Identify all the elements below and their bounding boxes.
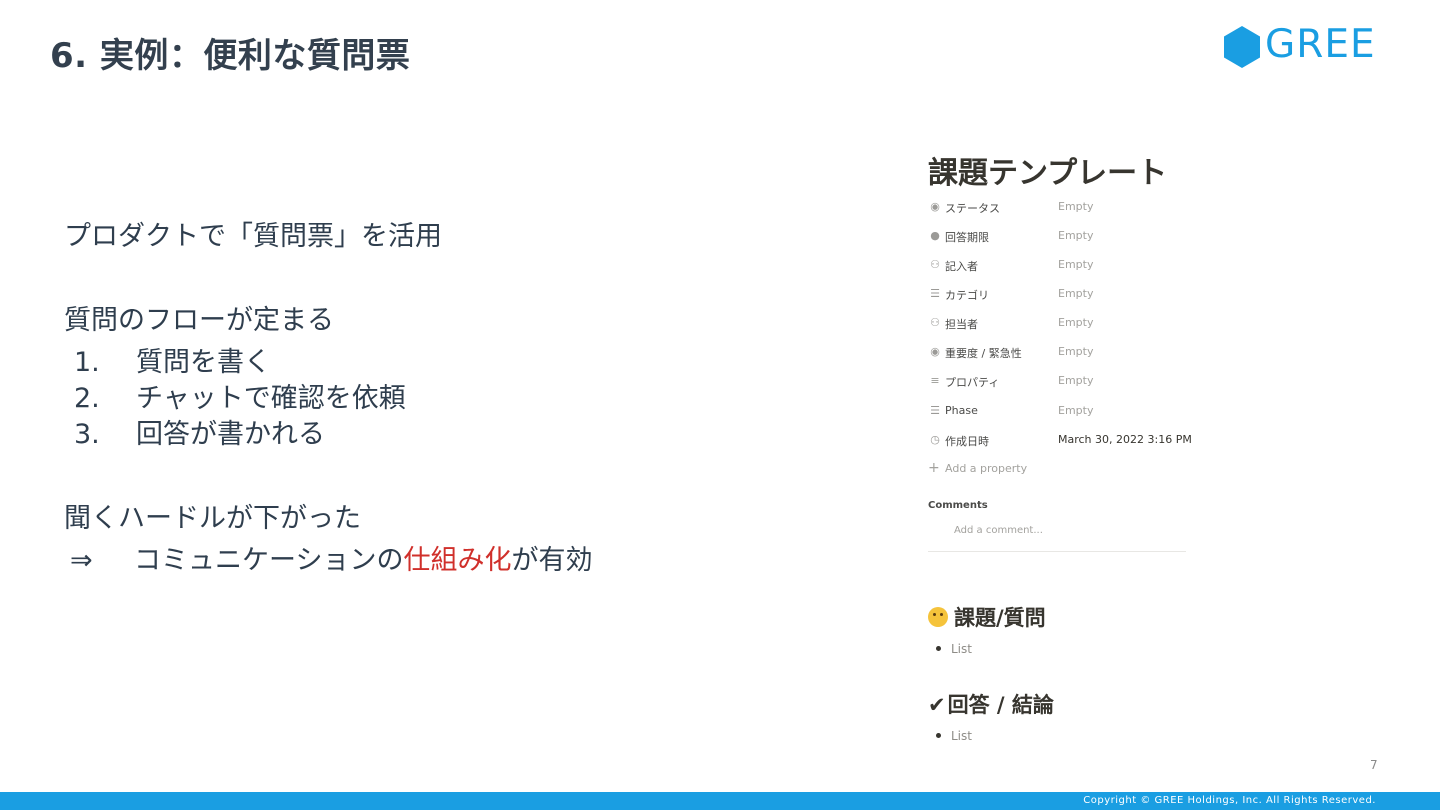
property-row[interactable]: ◉ 重要度 / 緊急性 Empty [928, 343, 1198, 363]
property-value[interactable]: Empty [1058, 258, 1093, 271]
comment-input[interactable]: Add a comment... [954, 525, 1043, 536]
slide-title: 6. 実例：便利な質問票 [50, 36, 411, 76]
property-name: 回答期限 [945, 231, 989, 244]
conclusion-after: が有効 [511, 545, 593, 576]
clock-outline-icon: ◷ [930, 433, 940, 446]
property-row[interactable]: ⚇ 担当者 Empty [928, 314, 1198, 334]
property-row[interactable]: ◷ 作成日時 March 30, 2022 3:16 PM [928, 431, 1198, 451]
bullet-text: List [951, 642, 972, 656]
property-name: 記入者 [945, 260, 978, 273]
plus-icon: + [928, 460, 940, 476]
status-icon: ◉ [930, 200, 940, 213]
property-value[interactable]: Empty [1058, 316, 1093, 329]
status-icon: ◉ [930, 345, 940, 358]
conclusion-line: ⇒ コミュニケーションの仕組み化が有効 [70, 538, 592, 577]
clock-icon: ● [930, 229, 940, 242]
list-item[interactable]: List [936, 729, 972, 743]
arrow-icon: ⇒ [70, 545, 93, 576]
add-property-button[interactable]: + Add a property [928, 460, 1027, 476]
comments-label: Comments [928, 500, 988, 511]
property-value[interactable]: Empty [1058, 229, 1093, 242]
list-item[interactable]: List [936, 642, 972, 656]
list-text: 質問を書く [136, 347, 271, 378]
list-text: チャットで確認を依頼 [136, 383, 406, 414]
property-row[interactable]: ● 回答期限 Empty [928, 227, 1198, 247]
property-value[interactable]: Empty [1058, 374, 1093, 387]
list-number: 2. [74, 383, 100, 414]
people-icon: ⚇ [930, 258, 940, 271]
list-item: 2. チャットで確認を依頼 [74, 376, 406, 415]
checkmark-icon: ✔ [928, 693, 946, 717]
property-row[interactable]: ◉ ステータス Empty [928, 198, 1198, 218]
list-number: 3. [74, 419, 100, 450]
intro-line: プロダクトで「質問票」を活用 [64, 221, 442, 252]
thinking-face-icon [928, 607, 948, 627]
property-row[interactable]: ≡ プロパティ Empty [928, 372, 1198, 392]
hurdle-line: 聞くハードルが下がった [64, 503, 361, 534]
list-item: 3. 回答が書かれる [74, 412, 325, 451]
bullet-text: List [951, 729, 972, 743]
property-row[interactable]: ⚇ 記入者 Empty [928, 256, 1198, 276]
section-heading-question: 課題/質問 [928, 602, 1046, 632]
section-heading-answer: ✔回答 / 結論 [928, 689, 1054, 719]
section-heading-text: 課題/質問 [954, 606, 1046, 630]
text-icon: ≡ [930, 374, 940, 387]
footer-bar: Copyright © GREE Holdings, Inc. All Righ… [0, 792, 1440, 810]
property-name: 作成日時 [945, 435, 989, 448]
conclusion-before: コミュニケーションの [134, 545, 404, 576]
property-row[interactable]: ☰ カテゴリ Empty [928, 285, 1198, 305]
property-name: 担当者 [945, 318, 978, 331]
property-value[interactable]: Empty [1058, 404, 1093, 417]
bullet-icon [936, 646, 941, 651]
property-value[interactable]: March 30, 2022 3:16 PM [1058, 433, 1192, 446]
logo-text: GREE [1265, 22, 1376, 67]
property-row[interactable]: ☰ Phase Empty [928, 402, 1198, 422]
property-name: カテゴリ [945, 289, 989, 302]
template-title: 課題テンプレート [928, 156, 1168, 191]
property-name: プロパティ [945, 376, 1000, 389]
gree-logo: GREE [1224, 22, 1384, 70]
property-name: 重要度 / 緊急性 [945, 347, 1022, 360]
property-value[interactable]: Empty [1058, 287, 1093, 300]
hexagon-icon [1224, 26, 1260, 68]
list-icon: ☰ [930, 404, 940, 417]
people-icon: ⚇ [930, 316, 940, 329]
add-property-label: Add a property [945, 462, 1028, 475]
property-value[interactable]: Empty [1058, 200, 1093, 213]
list-item: 1. 質問を書く [74, 340, 271, 379]
flow-heading: 質問のフローが定まる [64, 305, 334, 336]
divider [928, 551, 1186, 552]
list-number: 1. [74, 347, 100, 378]
copyright-text: Copyright © GREE Holdings, Inc. All Righ… [1083, 795, 1376, 806]
list-icon: ☰ [930, 287, 940, 300]
page-number: 7 [1370, 758, 1378, 772]
property-name: Phase [945, 404, 978, 417]
list-text: 回答が書かれる [136, 419, 325, 450]
bullet-icon [936, 733, 941, 738]
conclusion-highlight: 仕組み化 [403, 545, 512, 576]
section-heading-text: 回答 / 結論 [947, 693, 1054, 717]
property-name: ステータス [945, 202, 1000, 215]
property-value[interactable]: Empty [1058, 345, 1093, 358]
